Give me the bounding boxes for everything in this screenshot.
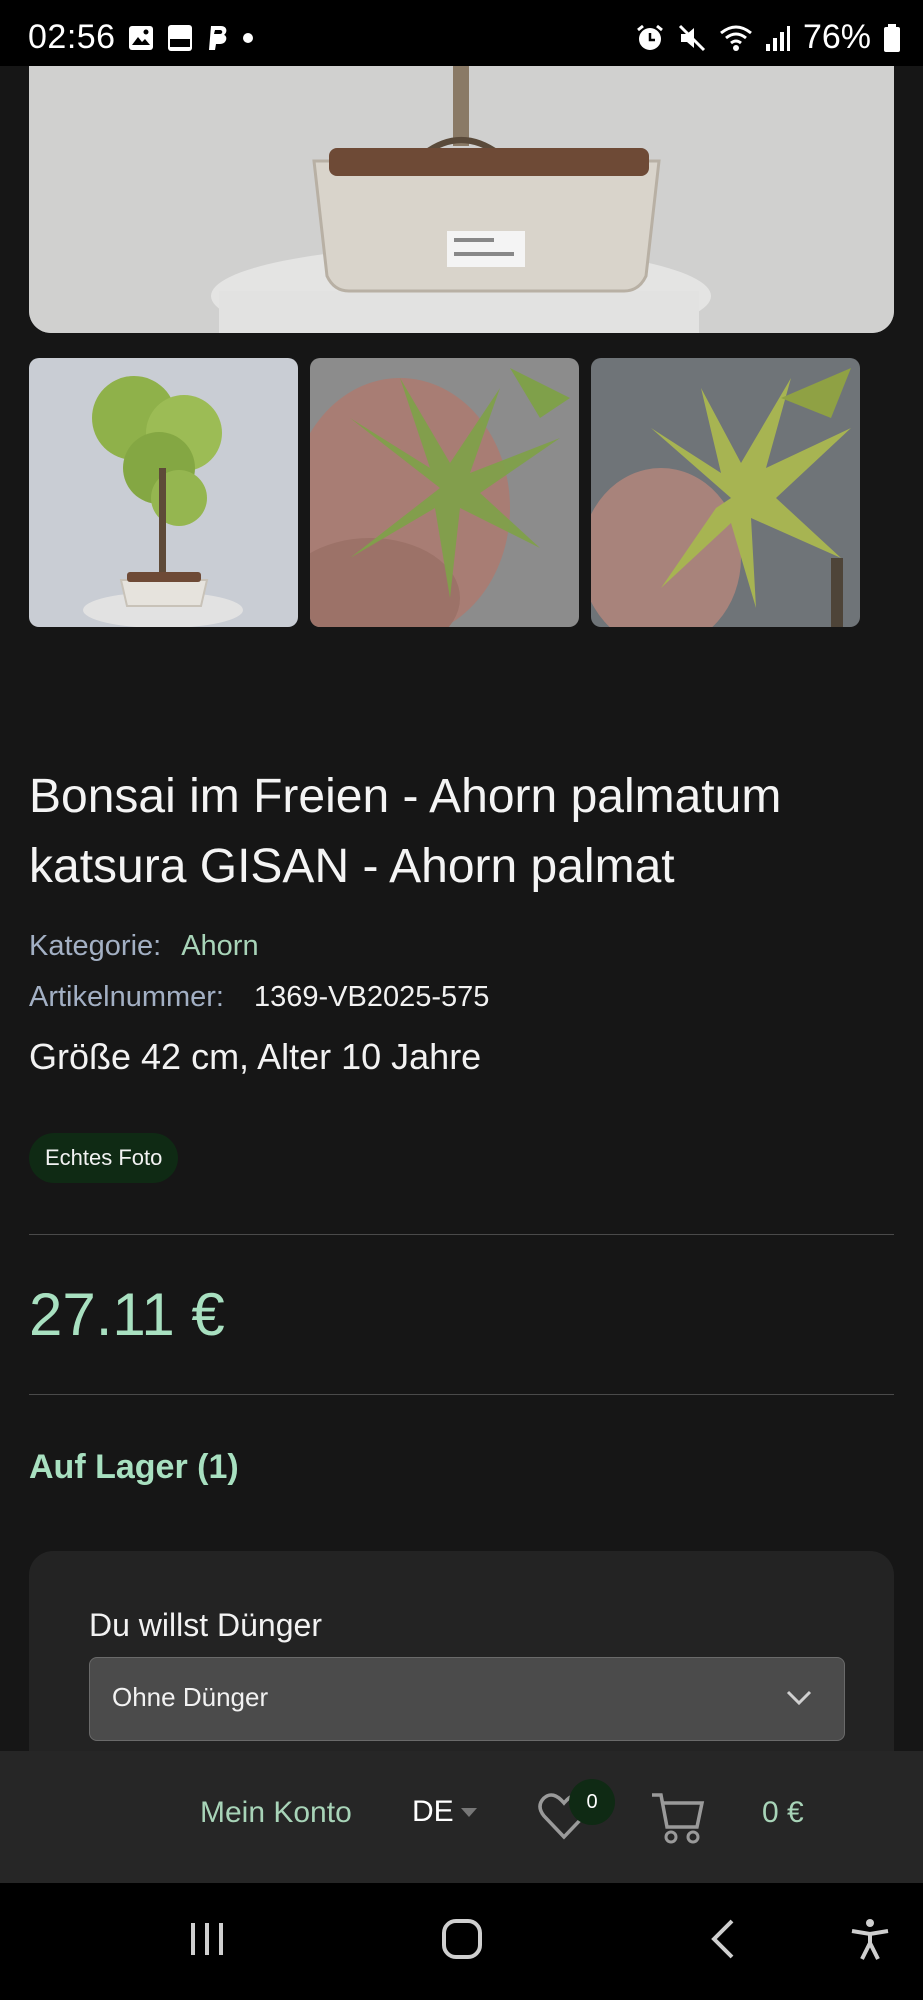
accessibility-icon[interactable] [848, 1917, 892, 1961]
divider [29, 1394, 894, 1395]
fertilizer-select[interactable]: Ohne Dünger [89, 1657, 845, 1741]
battery-icon [884, 23, 900, 52]
battery-percent: 76% [802, 18, 871, 56]
pdf-notification-icon [168, 25, 192, 51]
home-icon[interactable] [440, 1917, 484, 1961]
status-bar: 02:56 76% [0, 0, 923, 66]
stock-status: Auf Lager (1) [29, 1448, 239, 1486]
chevron-down-icon [786, 1690, 812, 1706]
real-photo-badge: Echtes Foto [29, 1133, 179, 1183]
system-nav-bar [0, 1883, 923, 2000]
sku-row: Artikelnummer: 1369-VB2025-575 [29, 981, 489, 1014]
paypal-notification-icon [209, 26, 227, 50]
product-title: Bonsai im Freien - Ahorn palmatum katsur… [29, 770, 782, 893]
fertilizer-label: Du willst Dünger [89, 1607, 322, 1643]
category-link[interactable]: Ahorn [181, 930, 258, 962]
cart-icon[interactable] [650, 1791, 706, 1845]
account-link[interactable]: Mein Konto [200, 1796, 352, 1830]
product-main-image[interactable] [29, 66, 894, 333]
image-notification-icon [129, 26, 153, 50]
status-time: 02:56 [28, 18, 116, 56]
recent-apps-icon[interactable] [185, 1917, 229, 1961]
category-label: Kategorie: [29, 930, 162, 962]
shop-bottom-bar: Mein Konto DE 0 0 € [0, 1751, 923, 1883]
size-age-text: Größe 42 cm, Alter 10 Jahre [29, 1036, 482, 1077]
caret-down-icon [461, 1808, 477, 1817]
fertilizer-selected-value: Ohne Dünger [112, 1682, 269, 1712]
divider [29, 1234, 894, 1235]
language-selector[interactable]: DE [412, 1795, 454, 1829]
thumbnail-2[interactable] [310, 358, 579, 627]
cart-total[interactable]: 0 € [762, 1796, 804, 1830]
system-indicators: 76% [635, 18, 901, 57]
mute-icon [678, 24, 705, 51]
fertilizer-option-panel: Du willst Dünger Ohne Dünger [29, 1551, 894, 1751]
wishlist-count-badge: 0 [569, 1779, 615, 1825]
sku-value: 1369-VB2025-575 [254, 981, 490, 1013]
thumbnail-3[interactable] [591, 358, 860, 627]
thumbnail-1[interactable] [29, 358, 298, 627]
dot-notification-icon [243, 33, 253, 43]
product-price: 27.11 € [29, 1281, 225, 1348]
back-icon[interactable] [702, 1917, 746, 1961]
signal-icon [765, 25, 790, 51]
category-row: Kategorie: Ahorn [29, 930, 259, 963]
alarm-icon [637, 24, 663, 50]
notification-icons [128, 24, 254, 52]
wifi-icon [720, 25, 752, 51]
sku-label: Artikelnummer: [29, 981, 224, 1013]
